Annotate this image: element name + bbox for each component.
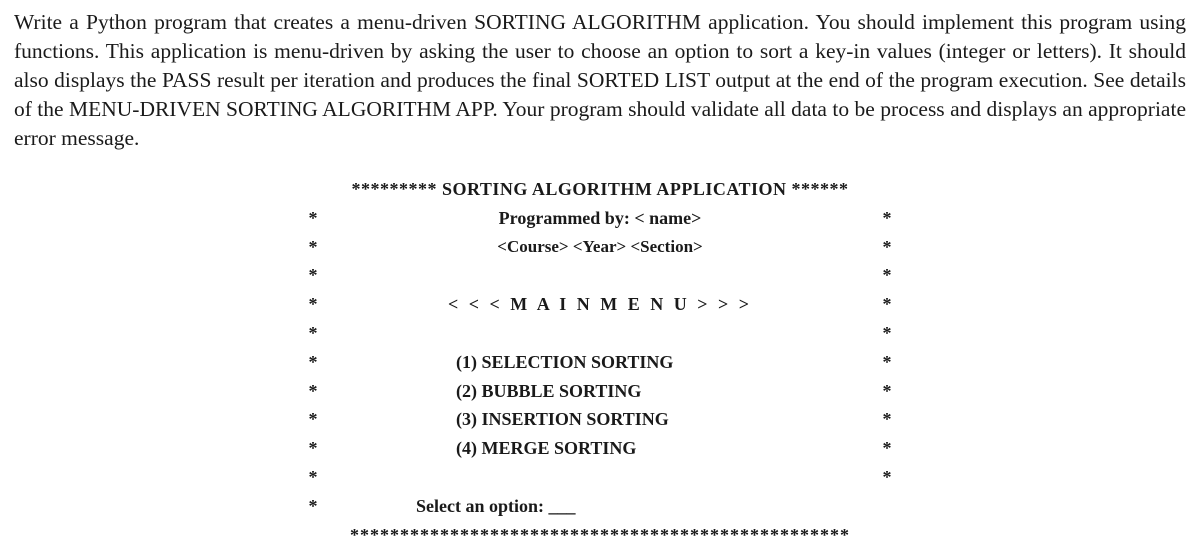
star-right: *: [879, 204, 895, 233]
menu-row-course: * <Course> <Year> <Section> *: [305, 233, 895, 262]
option-1-text: (1) SELECTION SORTING: [321, 348, 879, 377]
star-left: *: [305, 233, 321, 262]
menu-row-blank: * *: [305, 261, 895, 290]
option-2-text: (2) BUBBLE SORTING: [321, 377, 879, 406]
menu-row-blank: * *: [305, 463, 895, 492]
star-left: *: [305, 261, 321, 290]
menu-box: ********* SORTING ALGORITHM APPLICATION …: [305, 175, 895, 549]
star-right: *: [879, 290, 895, 319]
menu-row-programmed: * Programmed by: < name> *: [305, 204, 895, 233]
course-text: <Course> <Year> <Section>: [321, 233, 879, 260]
question-paragraph: Write a Python program that creates a me…: [14, 8, 1186, 153]
option-3-text: (3) INSERTION SORTING: [321, 405, 879, 434]
menu-row-option-3: * (3) INSERTION SORTING *: [305, 405, 895, 434]
menu-row-select: * Select an option: ___: [305, 492, 895, 521]
star-right: *: [879, 348, 895, 377]
star-left: *: [305, 348, 321, 377]
star-right: *: [879, 405, 895, 434]
menu-bottom-border: ****************************************…: [305, 521, 895, 549]
option-4-text: (4) MERGE SORTING: [321, 434, 879, 463]
star-left: *: [305, 319, 321, 348]
star-right: *: [879, 319, 895, 348]
menu-row-option-2: * (2) BUBBLE SORTING *: [305, 377, 895, 406]
programmed-by-text: Programmed by: < name>: [321, 204, 879, 233]
star-left: *: [305, 405, 321, 434]
star-left: *: [305, 290, 321, 319]
star-left: *: [305, 492, 321, 521]
menu-top-border: ********* SORTING ALGORITHM APPLICATION …: [305, 175, 895, 204]
star-right: *: [879, 261, 895, 290]
star-left: *: [305, 377, 321, 406]
menu-row-blank: * *: [305, 319, 895, 348]
star-right: *: [879, 377, 895, 406]
star-right: *: [879, 233, 895, 262]
star-left: *: [305, 204, 321, 233]
menu-row-mainmenu: * < < < M A I N M E N U > > > *: [305, 290, 895, 319]
star-left: *: [305, 434, 321, 463]
main-menu-label: < < < M A I N M E N U > > >: [321, 290, 879, 319]
star-right: *: [879, 434, 895, 463]
star-left: *: [305, 463, 321, 492]
select-prompt: Select an option: ___: [321, 492, 879, 521]
menu-row-option-1: * (1) SELECTION SORTING *: [305, 348, 895, 377]
menu-row-option-4: * (4) MERGE SORTING *: [305, 434, 895, 463]
star-right: *: [879, 463, 895, 492]
